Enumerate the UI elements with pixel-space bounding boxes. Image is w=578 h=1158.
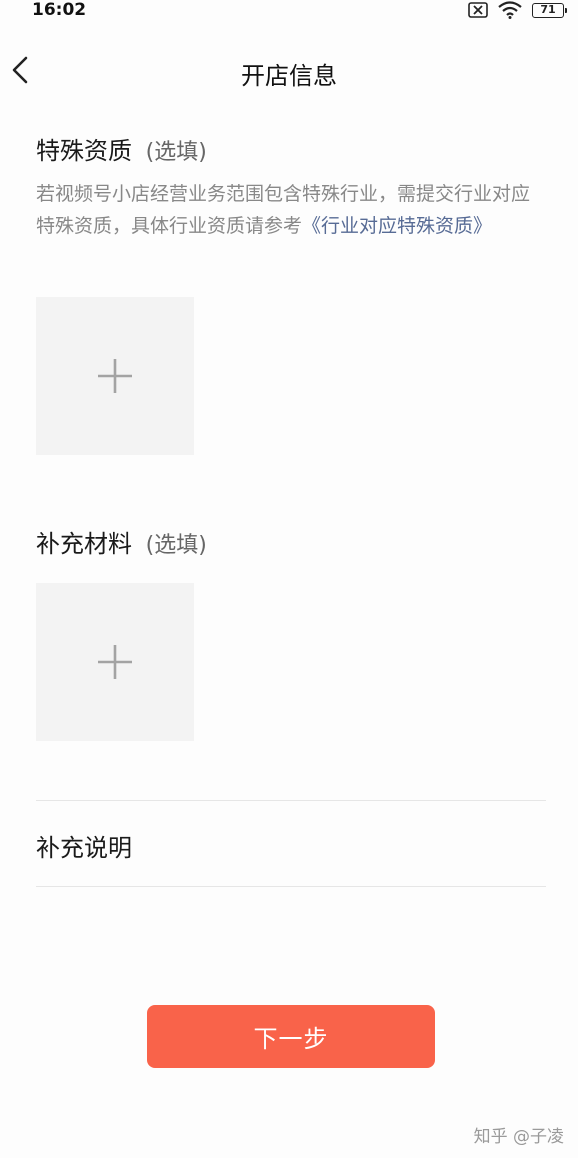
- page-title: 开店信息: [241, 62, 337, 90]
- status-icons: 71: [468, 1, 567, 19]
- optional-tag: (选填): [145, 140, 207, 165]
- status-bar: 16:02 71: [0, 0, 578, 22]
- watermark: 知乎 @子凌: [473, 1127, 564, 1147]
- supplementary-note-field[interactable]: 补充说明: [36, 828, 132, 863]
- plus-icon: [96, 643, 134, 681]
- optional-tag: (选填): [145, 533, 207, 558]
- next-step-button[interactable]: 下一步: [147, 1005, 435, 1068]
- divider: [36, 800, 546, 801]
- nav-bar: 开店信息: [0, 44, 578, 96]
- supplementary-material-title: 补充材料 (选填): [36, 524, 207, 559]
- special-qualification-title: 特殊资质 (选填): [36, 131, 207, 166]
- special-qualification-label: 特殊资质: [36, 137, 132, 165]
- divider: [36, 886, 546, 887]
- plus-icon: [96, 357, 134, 395]
- battery-icon: 71: [532, 2, 567, 18]
- status-time: 16:02: [32, 0, 87, 20]
- no-sim-icon: [468, 2, 488, 18]
- special-qualification-upload-button[interactable]: [36, 297, 194, 455]
- supplementary-material-upload-button[interactable]: [36, 583, 194, 741]
- wifi-icon: [498, 1, 522, 19]
- special-qualification-description: 若视频号小店经营业务范围包含特殊行业，需提交行业对应特殊资质，具体行业资质请参考…: [36, 178, 546, 242]
- supplementary-material-label: 补充材料: [36, 530, 132, 558]
- qualification-reference-link[interactable]: 《行业对应特殊资质》: [302, 215, 492, 237]
